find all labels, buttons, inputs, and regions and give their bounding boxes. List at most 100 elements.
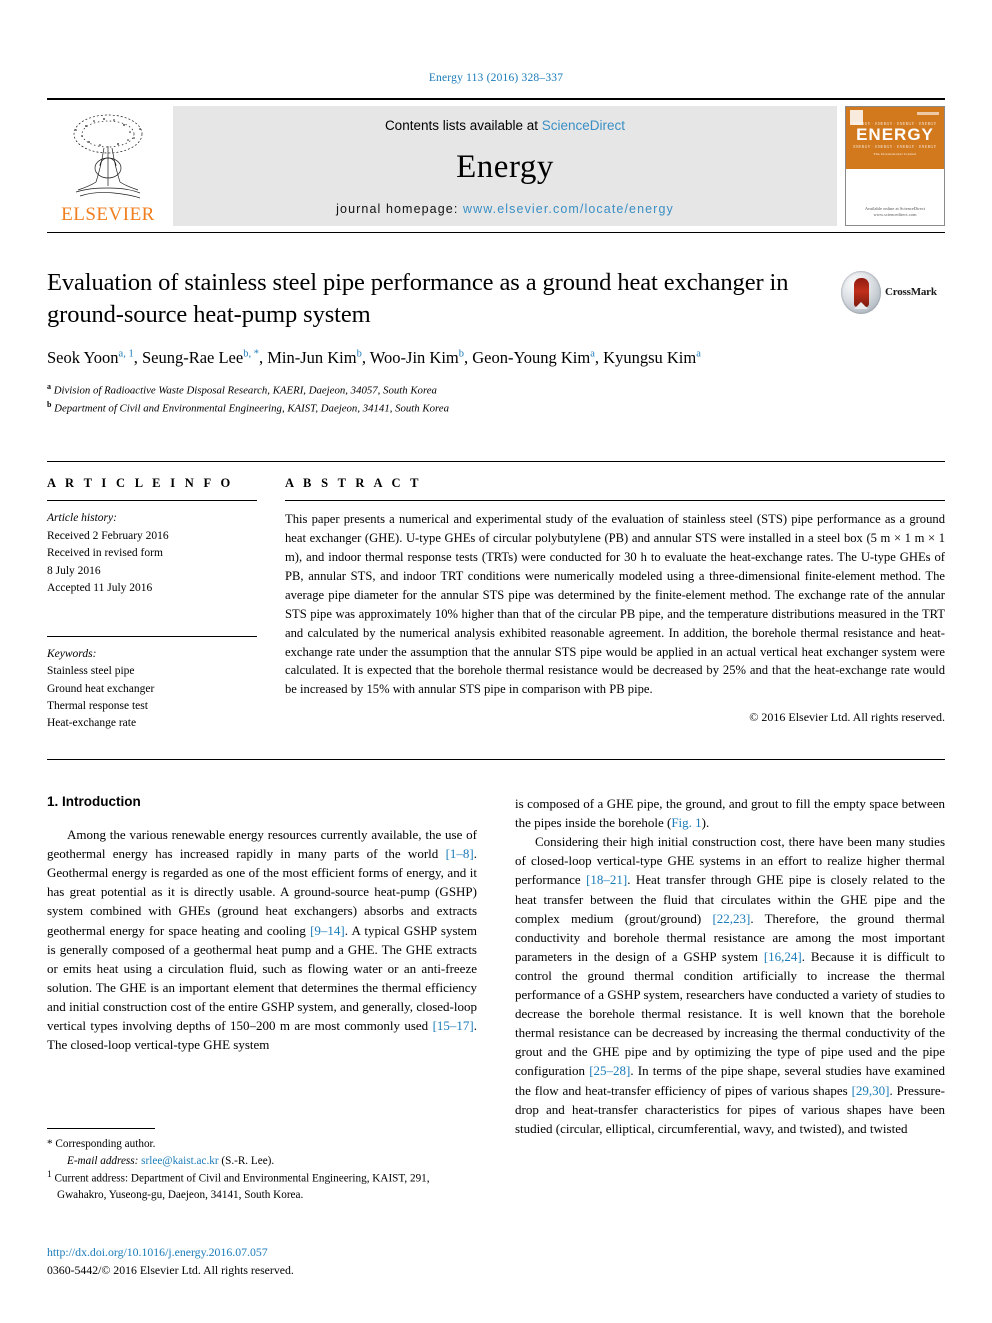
keywords-label: Keywords: bbox=[47, 647, 97, 660]
author-name: Woo-Jin Kim bbox=[369, 347, 459, 367]
affiliation-list: a Division of Radioactive Waste Disposal… bbox=[47, 381, 945, 418]
article-info-column: A R T I C L E I N F O Article history: R… bbox=[47, 476, 285, 733]
affiliation-item: a Division of Radioactive Waste Disposal… bbox=[47, 381, 945, 399]
affiliation-mark: b bbox=[47, 399, 52, 409]
citation-link-22-23[interactable]: [22,23] bbox=[712, 911, 750, 926]
body-column-right: is composed of a GHE pipe, the ground, a… bbox=[515, 794, 945, 1138]
doi-block: http://dx.doi.org/10.1016/j.energy.2016.… bbox=[47, 1243, 507, 1280]
crossmark-label: CrossMark bbox=[885, 286, 937, 298]
footnote-email-line: E-mail address: srlee@kaist.ac.kr (S.-R.… bbox=[47, 1153, 467, 1170]
citation-link-25-28[interactable]: [25–28] bbox=[589, 1063, 630, 1078]
footnote-divider bbox=[47, 1128, 155, 1129]
author-affiliation-marks: a, 1 bbox=[118, 348, 134, 360]
citation-link-16-24[interactable]: [16,24] bbox=[764, 949, 802, 964]
crossmark-badge[interactable]: CrossMark bbox=[841, 269, 945, 315]
footnote-current-address-text: Current address: Department of Civil and… bbox=[54, 1172, 430, 1202]
contents-available-line: Contents lists available at ScienceDirec… bbox=[385, 118, 625, 133]
figure-reference-link[interactable]: Fig. 1 bbox=[671, 815, 701, 830]
article-info-heading: A R T I C L E I N F O bbox=[47, 476, 234, 491]
abstract-column: A B S T R A C T This paper presents a nu… bbox=[285, 476, 945, 733]
issn-copyright-line: 0360-5442/© 2016 Elsevier Ltd. All right… bbox=[47, 1263, 294, 1278]
author-affiliation-marks: a bbox=[696, 348, 701, 360]
crossmark-logo-icon bbox=[841, 270, 881, 314]
keyword-item: Ground heat exchanger bbox=[47, 682, 155, 695]
article-history-label: Article history: bbox=[47, 512, 117, 525]
cover-sciencedirect-note: Available online at ScienceDirect www.sc… bbox=[864, 205, 926, 218]
author-item: Geon-Young Kima, bbox=[472, 347, 604, 367]
elsevier-wordmark: ELSEVIER bbox=[61, 204, 155, 225]
footnote-block: * Corresponding author. E-mail address: … bbox=[47, 1128, 467, 1204]
elsevier-logo: ELSEVIER bbox=[47, 106, 169, 226]
affiliation-text: Department of Civil and Environmental En… bbox=[54, 402, 449, 415]
section-heading-introduction: 1. Introduction bbox=[47, 793, 141, 809]
author-name: Geon-Young Kim bbox=[472, 347, 591, 367]
abstract-heading: A B S T R A C T bbox=[285, 476, 422, 491]
journal-cover-thumbnail: ENERGY · ENERGY · ENERGY · ENERGY ENERGY… bbox=[845, 106, 945, 226]
history-revised-label: Received in revised form bbox=[47, 547, 163, 560]
cover-elsevier-icon bbox=[850, 110, 863, 125]
abstract-divider bbox=[285, 500, 945, 502]
keyword-item: Thermal response test bbox=[47, 700, 148, 713]
abstract-copyright: © 2016 Elsevier Ltd. All rights reserved… bbox=[749, 710, 945, 725]
affiliation-item: b Department of Civil and Environmental … bbox=[47, 399, 945, 417]
footnote-current-address: 1 Current address: Department of Civil a… bbox=[47, 1169, 467, 1204]
homepage-label: journal homepage: bbox=[336, 202, 463, 216]
keywords-divider bbox=[47, 635, 257, 637]
cover-orange-panel: ENERGY · ENERGY · ENERGY · ENERGY ENERGY… bbox=[846, 107, 944, 169]
footnote-email-link[interactable]: srlee@kaist.ac.kr bbox=[141, 1155, 218, 1167]
elsevier-tree-icon bbox=[56, 108, 160, 204]
author-name: Kyungsu Kim bbox=[603, 347, 697, 367]
author-affiliation-marks: b, * bbox=[243, 348, 259, 360]
doi-link[interactable]: http://dx.doi.org/10.1016/j.energy.2016.… bbox=[47, 1243, 507, 1261]
keywords-group: Keywords: Stainless steel pipe Ground he… bbox=[47, 635, 257, 733]
citation-link-9-14[interactable]: [9–14] bbox=[310, 923, 345, 938]
sciencedirect-link[interactable]: ScienceDirect bbox=[542, 118, 625, 133]
author-item: Seok Yoona, 1, bbox=[47, 347, 142, 367]
author-name: Min-Jun Kim bbox=[267, 347, 357, 367]
cover-white-panel: Available online at ScienceDirect www.sc… bbox=[846, 169, 944, 225]
footnote-email-label: E-mail address: bbox=[67, 1154, 139, 1167]
journal-masthead: ELSEVIER Contents lists available at Sci… bbox=[47, 98, 945, 233]
running-head: Energy 113 (2016) 328–337 bbox=[428, 72, 564, 84]
article-history-group: Article history: Received 2 February 201… bbox=[47, 510, 257, 597]
cover-issue-line bbox=[917, 112, 939, 115]
homepage-url-link[interactable]: www.elsevier.com/locate/energy bbox=[463, 202, 674, 216]
body-column-left: 1. Introduction Among the various renewa… bbox=[47, 794, 477, 1138]
citation-link-15-17[interactable]: [15–17] bbox=[433, 1018, 474, 1033]
footnote-email-owner: (S.-R. Lee). bbox=[221, 1154, 275, 1167]
citation-link-1-8[interactable]: [1–8] bbox=[446, 846, 474, 861]
info-abstract-region: A R T I C L E I N F O Article history: R… bbox=[47, 461, 945, 733]
body-columns: 1. Introduction Among the various renewa… bbox=[47, 758, 945, 1138]
cover-strip-bottom: ENERGY · ENERGY · ENERGY · ENERGY bbox=[853, 145, 937, 149]
author-item: Woo-Jin Kimb, bbox=[369, 347, 473, 367]
intro-paragraph-left: Among the various renewable energy resou… bbox=[47, 826, 477, 1053]
footnote-marker-one: 1 bbox=[47, 1170, 52, 1181]
author-item: Kyungsu Kima bbox=[603, 348, 701, 367]
paper-page: Energy 113 (2016) 328–337 ELSEVIER Conte… bbox=[0, 0, 992, 1323]
author-name: Seok Yoon bbox=[47, 347, 119, 367]
keyword-item: Stainless steel pipe bbox=[47, 665, 135, 678]
abstract-text: This paper presents a numerical and expe… bbox=[285, 512, 945, 697]
journal-title: Energy bbox=[456, 149, 554, 185]
citation-link-18-21[interactable]: [18–21] bbox=[586, 872, 627, 887]
keyword-item: Heat-exchange rate bbox=[47, 717, 137, 730]
contents-available-text: Contents lists available at bbox=[384, 118, 542, 133]
author-item: Min-Jun Kimb, bbox=[267, 347, 370, 367]
title-block: Evaluation of stainless steel pipe perfo… bbox=[47, 267, 945, 331]
journal-homepage-line: journal homepage: www.elsevier.com/locat… bbox=[336, 202, 674, 216]
page-title: Evaluation of stainless steel pipe perfo… bbox=[47, 269, 789, 328]
footnote-marker-asterisk: * bbox=[47, 1138, 53, 1150]
author-name: Seung-Rae Lee bbox=[141, 347, 244, 367]
affiliation-mark: a bbox=[47, 381, 51, 391]
cover-subtitle: The International Journal bbox=[873, 152, 917, 156]
article-info-divider bbox=[47, 500, 257, 502]
intro-paragraph-right-continued: is composed of a GHE pipe, the ground, a… bbox=[515, 795, 945, 831]
history-revised-date: 8 July 2016 bbox=[47, 564, 101, 577]
journal-banner: Contents lists available at ScienceDirec… bbox=[173, 106, 837, 226]
intro-paragraph-right-2: Considering their high initial construct… bbox=[515, 834, 945, 1136]
history-received: Received 2 February 2016 bbox=[47, 529, 169, 542]
affiliation-text: Division of Radioactive Waste Disposal R… bbox=[53, 384, 437, 397]
history-accepted: Accepted 11 July 2016 bbox=[47, 582, 153, 595]
citation-link-29-30[interactable]: [29,30] bbox=[852, 1083, 890, 1098]
author-list: Seok Yoona, 1, Seung-Rae Leeb, *, Min-Ju… bbox=[47, 346, 837, 370]
